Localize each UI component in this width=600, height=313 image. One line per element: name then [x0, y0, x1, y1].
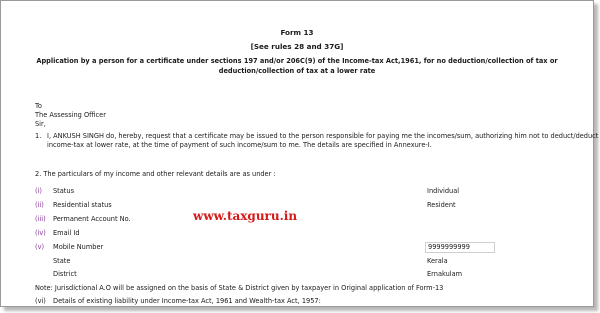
item-vi-label: Details of existing liability under Inco… — [53, 297, 321, 305]
row-numeral: (iv) — [35, 229, 46, 237]
address-officer: The Assessing Officer — [35, 111, 106, 119]
row-label: Residential status — [53, 201, 112, 209]
row-label: Status — [53, 187, 75, 195]
residential-status-value[interactable]: Resident — [427, 201, 456, 209]
para1-line2: income-tax at lower rate, at the time of… — [47, 141, 432, 149]
status-value[interactable]: Individual — [427, 187, 459, 195]
address-to: To — [35, 102, 42, 110]
taxguru-watermark: www.taxguru.in — [193, 209, 298, 223]
form-title: Form 13 — [280, 28, 314, 37]
jurisdiction-note: Note: Jurisdictional A.O will be assigne… — [35, 284, 444, 292]
row-label: Permanent Account No. — [53, 215, 131, 223]
form-heading-line2: deduction/collection of tax at a lower r… — [218, 67, 376, 75]
para1-line1: I, ANKUSH SINGH do, hereby, request that… — [47, 132, 599, 140]
item-vi-numeral: (vi) — [35, 297, 46, 305]
row-label: Mobile Number — [53, 243, 104, 251]
row-label: Email Id — [53, 229, 80, 237]
form-page: Form 13 [See rules 28 and 37G] Applicati… — [0, 0, 598, 307]
form-rules: [See rules 28 and 37G] — [250, 42, 344, 51]
row-numeral: (iii) — [35, 215, 46, 223]
row-numeral: (ii) — [35, 201, 44, 209]
district-value[interactable]: Ernakulam — [427, 270, 462, 278]
state-label: State — [53, 257, 71, 265]
address-salutation: Sir, — [35, 120, 46, 128]
para1-number: 1. — [35, 132, 42, 140]
mobile-number-value[interactable]: 9999999999 — [428, 243, 470, 251]
row-numeral: (v) — [35, 243, 45, 251]
district-label: District — [53, 270, 77, 278]
row-numeral: (i) — [35, 187, 42, 195]
state-value[interactable]: Kerala — [427, 257, 448, 265]
para2-intro: 2. The particulars of my income and othe… — [35, 170, 276, 178]
form-heading-line1: Application by a person for a certificat… — [36, 57, 558, 65]
